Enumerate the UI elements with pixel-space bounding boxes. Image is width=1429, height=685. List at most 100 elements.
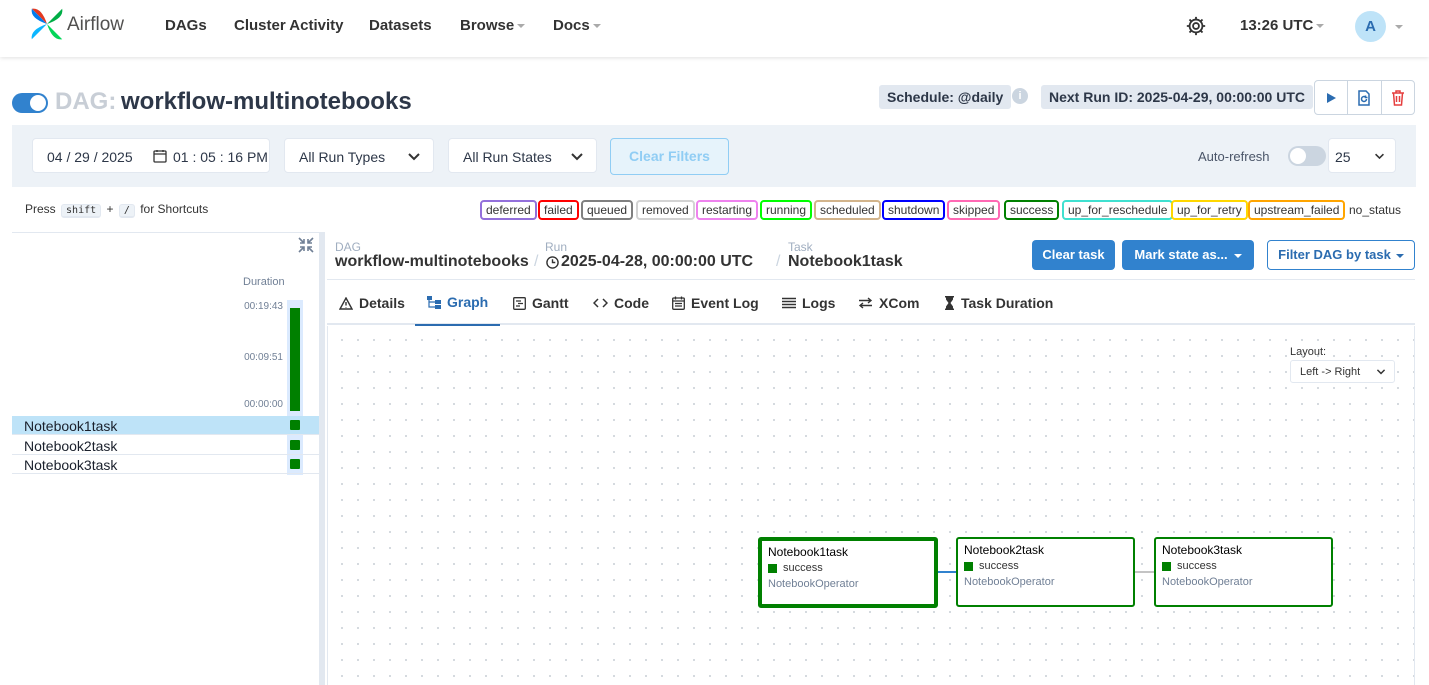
task-name: Notebook3task	[24, 457, 118, 473]
run-types-select[interactable]: All Run Types	[284, 138, 434, 173]
legend-removed[interactable]: removed	[636, 200, 695, 220]
legend-running[interactable]: running	[760, 200, 813, 220]
clock-text: 13:26 UTC	[1240, 17, 1314, 34]
gear-icon[interactable]	[1185, 15, 1207, 37]
legend-success[interactable]: success	[1004, 200, 1060, 220]
panel-resize-handle[interactable]	[319, 232, 325, 685]
legend-restarting[interactable]: restarting	[696, 200, 759, 220]
nav-cluster-activity[interactable]: Cluster Activity	[234, 17, 343, 34]
graph-node-notebook1task[interactable]: Notebook1task success NotebookOperator	[758, 537, 938, 608]
user-avatar[interactable]: A	[1355, 11, 1386, 42]
trigger-dag-button[interactable]	[1315, 81, 1349, 114]
tab-xcom[interactable]: XCom	[858, 280, 919, 326]
task-instance-success[interactable]	[290, 440, 300, 450]
tab-gantt[interactable]: Gantt	[513, 280, 569, 326]
node-task-name: Notebook1task	[768, 545, 849, 559]
exchange-icon	[858, 297, 873, 309]
legend-upstream-failed[interactable]: upstream_failed	[1248, 200, 1346, 220]
clear-filters-button[interactable]: Clear Filters	[610, 138, 729, 175]
breadcrumb-run[interactable]: 2025-04-28, 00:00:00 UTC	[561, 253, 753, 271]
mark-state-button[interactable]: Mark state as...	[1122, 240, 1254, 270]
task-instance-success[interactable]	[290, 420, 300, 430]
legend-shutdown[interactable]: shutdown	[882, 200, 946, 220]
chevron-down-icon[interactable]	[1395, 25, 1403, 29]
graph-canvas[interactable]	[327, 326, 1415, 685]
duration-tick: 00:19:43	[244, 301, 283, 312]
shortcut-hint[interactable]: Press shift + / for Shortcuts	[25, 202, 208, 218]
nav-dags[interactable]: DAGs	[165, 17, 207, 34]
dag-actions	[1314, 80, 1415, 115]
task-instance-success[interactable]	[290, 459, 300, 469]
nav-docs[interactable]: Docs	[553, 17, 601, 34]
legend-scheduled[interactable]: scheduled	[814, 200, 881, 220]
shortcut-plus: +	[106, 202, 114, 216]
info-icon[interactable]: i	[1012, 88, 1028, 104]
clear-task-button[interactable]: Clear task	[1032, 240, 1115, 270]
calendar-icon[interactable]	[153, 149, 167, 163]
layout-select[interactable]: Left -> Right	[1290, 360, 1395, 383]
detail-tabs: Details Graph Gantt Code Event Log Logs …	[327, 279, 1415, 326]
tab-label: Logs	[802, 295, 836, 311]
run-types-value: All Run Types	[299, 149, 386, 165]
warning-icon	[339, 296, 353, 310]
gantt-icon	[513, 296, 526, 310]
task-row-notebook1task[interactable]: Notebook1task	[12, 416, 319, 435]
graph-node-notebook3task[interactable]: Notebook3task success NotebookOperator	[1154, 537, 1333, 607]
brand-name[interactable]: Airflow	[67, 14, 124, 36]
chevron-down-icon	[1395, 253, 1404, 258]
delete-dag-button[interactable]	[1382, 81, 1414, 114]
breadcrumb-separator: /	[534, 253, 539, 270]
chevron-down-icon	[517, 24, 526, 29]
tab-task-duration[interactable]: Task Duration	[944, 280, 1053, 326]
tab-details[interactable]: Details	[339, 280, 405, 326]
legend-up-for-reschedule[interactable]: up_for_reschedule	[1062, 200, 1174, 220]
time-value: 01 : 05 : 16 PM	[173, 149, 268, 165]
tab-code[interactable]: Code	[593, 280, 649, 326]
legend-deferred[interactable]: deferred	[480, 200, 537, 220]
legend-no-status[interactable]: no_status	[1349, 203, 1401, 217]
node-operator: NotebookOperator	[1162, 576, 1253, 588]
filter-dag-by-task-button[interactable]: Filter DAG by task	[1267, 240, 1415, 270]
chevron-down-icon	[592, 24, 601, 29]
chevron-down-icon	[1376, 369, 1386, 375]
legend-queued[interactable]: queued	[581, 200, 634, 220]
breadcrumb-dag-label: DAG	[335, 240, 362, 254]
chevron-down-icon	[1233, 253, 1242, 258]
shift-key: shift	[61, 204, 102, 218]
auto-refresh-toggle[interactable]	[1288, 146, 1326, 166]
nav-datasets[interactable]: Datasets	[369, 17, 432, 34]
tab-event-log[interactable]: Event Log	[672, 280, 759, 326]
dag-pause-toggle[interactable]	[12, 93, 48, 113]
tab-label: Graph	[447, 294, 489, 310]
node-task-name: Notebook3task	[1162, 543, 1243, 557]
task-row-notebook2task[interactable]: Notebook2task	[12, 436, 319, 455]
graph-node-notebook2task[interactable]: Notebook2task success NotebookOperator	[956, 537, 1135, 607]
nav-browse[interactable]: Browse	[460, 17, 526, 34]
reparse-dag-button[interactable]	[1348, 81, 1382, 114]
breadcrumb-task-label: Task	[788, 240, 813, 254]
breadcrumb-dag[interactable]: workflow-multinotebooks	[335, 253, 529, 271]
execution-date-input[interactable]: 04 / 29 / 2025 01 : 05 : 16 PM	[32, 138, 270, 173]
legend-skipped[interactable]: skipped	[947, 200, 1001, 220]
hourglass-icon	[945, 296, 954, 310]
run-duration-bar[interactable]	[290, 308, 300, 411]
page-size-select[interactable]: 25	[1328, 138, 1396, 173]
airflow-logo-icon[interactable]	[28, 5, 66, 43]
date-value: 04 / 29 / 2025	[47, 149, 133, 165]
next-run-badge: Next Run ID: 2025-04-29, 00:00:00 UTC	[1041, 85, 1313, 109]
breadcrumb-task[interactable]: Notebook1task	[788, 253, 903, 271]
tab-graph[interactable]: Graph	[415, 280, 501, 326]
task-row-notebook3task[interactable]: Notebook3task	[12, 455, 319, 474]
play-icon	[1327, 92, 1337, 103]
legend-failed[interactable]: failed	[538, 200, 579, 220]
legend-up-for-retry[interactable]: up_for_retry	[1171, 200, 1248, 220]
collapse-icon[interactable]	[298, 237, 314, 253]
clock-dropdown[interactable]: 13:26 UTC	[1240, 17, 1325, 34]
graph-edge	[937, 571, 957, 573]
chevron-down-icon	[408, 153, 420, 161]
tab-logs[interactable]: Logs	[782, 280, 835, 326]
calendar-icon	[672, 296, 685, 310]
task-name: Notebook1task	[24, 418, 118, 434]
node-state-label: success	[783, 562, 823, 574]
run-states-select[interactable]: All Run States	[448, 138, 597, 173]
